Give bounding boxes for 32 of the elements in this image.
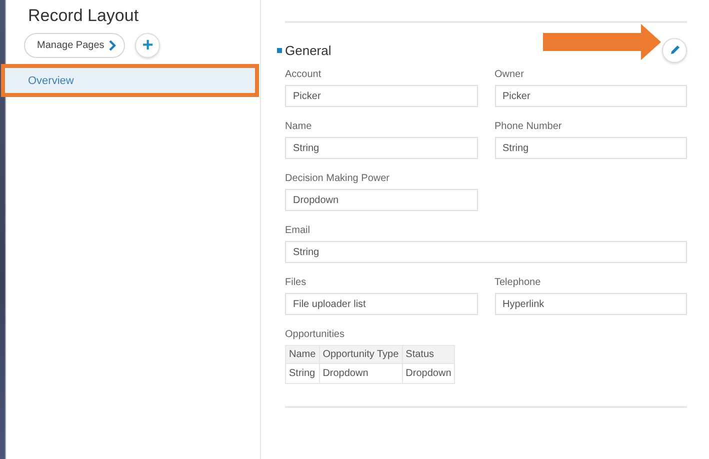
field-label: Phone Number [494,121,563,132]
column-header: Status [402,346,455,364]
field-label: Name [285,121,313,132]
field-label: Decision Making Power [285,173,390,184]
section-marker-icon [277,48,282,52]
field-label: Account [285,69,322,80]
field-label: Files [285,277,308,288]
chevron-icon [109,40,116,51]
input-field[interactable]: String [494,137,687,159]
input-field[interactable]: String [285,241,687,263]
sidebar-item[interactable]: Overview [1,64,259,97]
manage-pages-button[interactable]: Manage Pages [24,33,126,58]
input-field[interactable]: Hyperlink [494,293,687,315]
add-button[interactable]: + [135,33,160,58]
field-label: Telephone [494,277,542,288]
input-field[interactable]: Picker [285,85,478,107]
page-title: Record Layout [28,6,140,26]
table-cell: Dropdown [402,364,455,384]
table-cell: Dropdown [319,364,402,384]
field-label: Opportunities [285,329,346,340]
column-header: Name [286,346,320,364]
input-field[interactable]: String [285,137,478,159]
edit-button[interactable] [662,38,687,62]
pencil-icon [668,44,680,56]
input-field[interactable]: Dropdown [285,189,478,211]
field-label: Owner [494,69,525,80]
input-field[interactable]: Picker [494,85,687,107]
section-title: General [285,42,332,58]
field-label: Email [285,225,312,236]
column-header: Opportunity Type [319,346,402,364]
table-cell: String [286,364,320,384]
input-field[interactable]: File uploader list [285,293,478,315]
